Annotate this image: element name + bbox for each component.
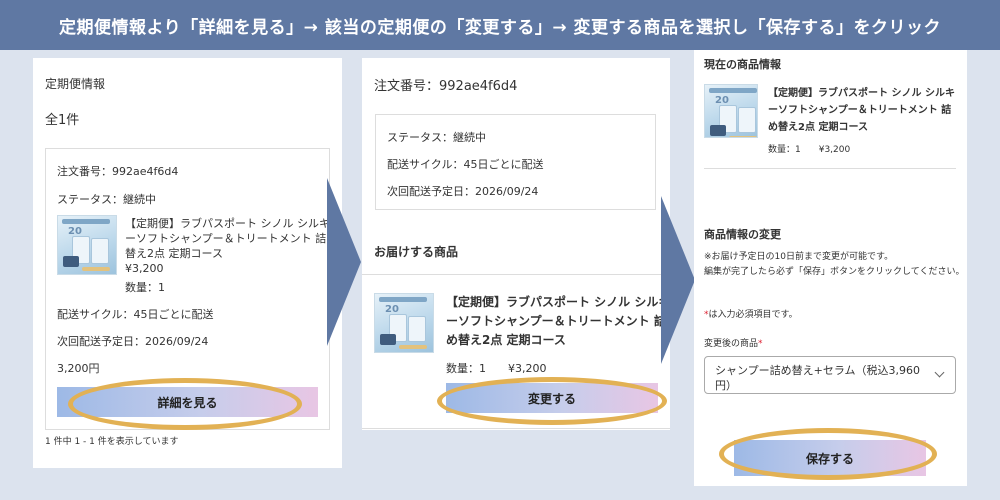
product-select[interactable]: シャンプー詰め替え+セラム（税込3,960円） — [704, 356, 956, 394]
subscription-detail-panel: 注文番号：992ae4f6d4 ステータス：継続中 配送サイクル：45日ごとに配… — [362, 58, 670, 430]
change-button[interactable]: 変更する — [446, 383, 658, 413]
divider — [362, 428, 670, 429]
step-arrow-2 — [661, 196, 695, 364]
current-product-title: 現在の商品情報 — [704, 58, 781, 71]
subscription-list-panel: 定期便情報 全1件 注文番号：992ae4f6d4 ステータス：継続中 20 【… — [33, 58, 342, 468]
next-delivery-date: 次回配送予定日：2026/09/24 — [387, 185, 539, 198]
product-thumbnail: 20 — [704, 84, 758, 138]
subscription-card: 注文番号：992ae4f6d4 ステータス：継続中 20 【定期便】ラブパスポー… — [45, 148, 337, 430]
product-name-line1: 【定期便】ラブパスポート シノル シルキ — [446, 295, 671, 309]
count-label: 全1件 — [45, 113, 80, 128]
product-quantity: 数量：1 — [125, 281, 165, 294]
product-name-line2: ーソフトシャンプー＆トリートメント 詰め — [125, 232, 338, 245]
instruction-text: 定期便情報より「詳細を見る」→ 該当の定期便の「変更する」→ 変更する商品を選択… — [59, 17, 941, 38]
status: ステータス：継続中 — [57, 193, 156, 206]
product-name-line3: 替え2点 定期コース — [125, 247, 223, 260]
chevron-down-icon — [934, 367, 945, 378]
instruction-banner: 定期便情報より「詳細を見る」→ 該当の定期便の「変更する」→ 変更する商品を選択… — [0, 0, 1000, 50]
order-number: 注文番号：992ae4f6d4 — [374, 79, 518, 94]
panel-title: 定期便情報 — [45, 77, 106, 91]
delivery-cycle: 配送サイクル：45日ごとに配送 — [57, 308, 214, 321]
quantity-price: 数量：1 ¥3,200 — [446, 362, 547, 375]
step-arrow-1 — [327, 178, 361, 346]
delivery-cycle: 配送サイクル：45日ごとに配送 — [387, 158, 544, 171]
save-button[interactable]: 保存する — [734, 440, 926, 476]
divider — [362, 274, 670, 275]
product-name-line1: 【定期便】ラブパスポート シノル シルキ — [125, 217, 330, 230]
select-label: 変更後の商品* — [704, 336, 763, 349]
product-name-line3: め替え2点 定期コース — [768, 122, 868, 133]
change-note-1: ※お届け予定日の10日前まで変更が可能です。 — [704, 252, 894, 262]
status: ステータス：継続中 — [387, 131, 486, 144]
pagination-text: 1 件中 1 - 1 件を表示しています — [45, 437, 179, 447]
product-thumbnail: 20 — [374, 293, 434, 353]
product-change-panel: 現在の商品情報 20 【定期便】ラブパスポート シノル シルキ ーソフトシャンプ… — [694, 50, 967, 486]
next-delivery-date: 次回配送予定日：2026/09/24 — [57, 335, 209, 348]
product-name-line3: め替え2点 定期コース — [446, 333, 566, 347]
product-select-value: シャンプー詰め替え+セラム（税込3,960円） — [715, 364, 921, 392]
total-price: 3,200円 — [57, 362, 100, 375]
change-note-2: 編集が完了したら必ず「保存」ボタンをクリックしてください。 — [704, 267, 965, 277]
required-note: *は入力必須項目です。 — [704, 307, 798, 320]
order-number: 注文番号：992ae4f6d4 — [57, 165, 179, 178]
product-price: ¥3,200 — [125, 262, 164, 275]
product-name-line1: 【定期便】ラブパスポート シノル シルキ — [768, 88, 955, 99]
product-thumbnail: 20 — [57, 215, 117, 275]
required-note-text: は入力必須項目です。 — [708, 310, 798, 320]
product-name-line2: ーソフトシャンプー＆トリートメント 詰 — [768, 105, 952, 116]
quantity-price: 数量：1 ¥3,200 — [768, 145, 851, 155]
subscription-info-box: ステータス：継続中 配送サイクル：45日ごとに配送 次回配送予定日：2026/0… — [375, 114, 656, 210]
select-label-text: 変更後の商品 — [704, 339, 759, 349]
required-mark: * — [758, 339, 763, 349]
section-title: お届けする商品 — [374, 245, 459, 259]
change-section-title: 商品情報の変更 — [704, 228, 781, 241]
divider — [704, 168, 956, 169]
details-button[interactable]: 詳細を見る — [57, 387, 318, 417]
product-name-line2: ーソフトシャンプー＆トリートメント 詰 — [446, 314, 666, 328]
